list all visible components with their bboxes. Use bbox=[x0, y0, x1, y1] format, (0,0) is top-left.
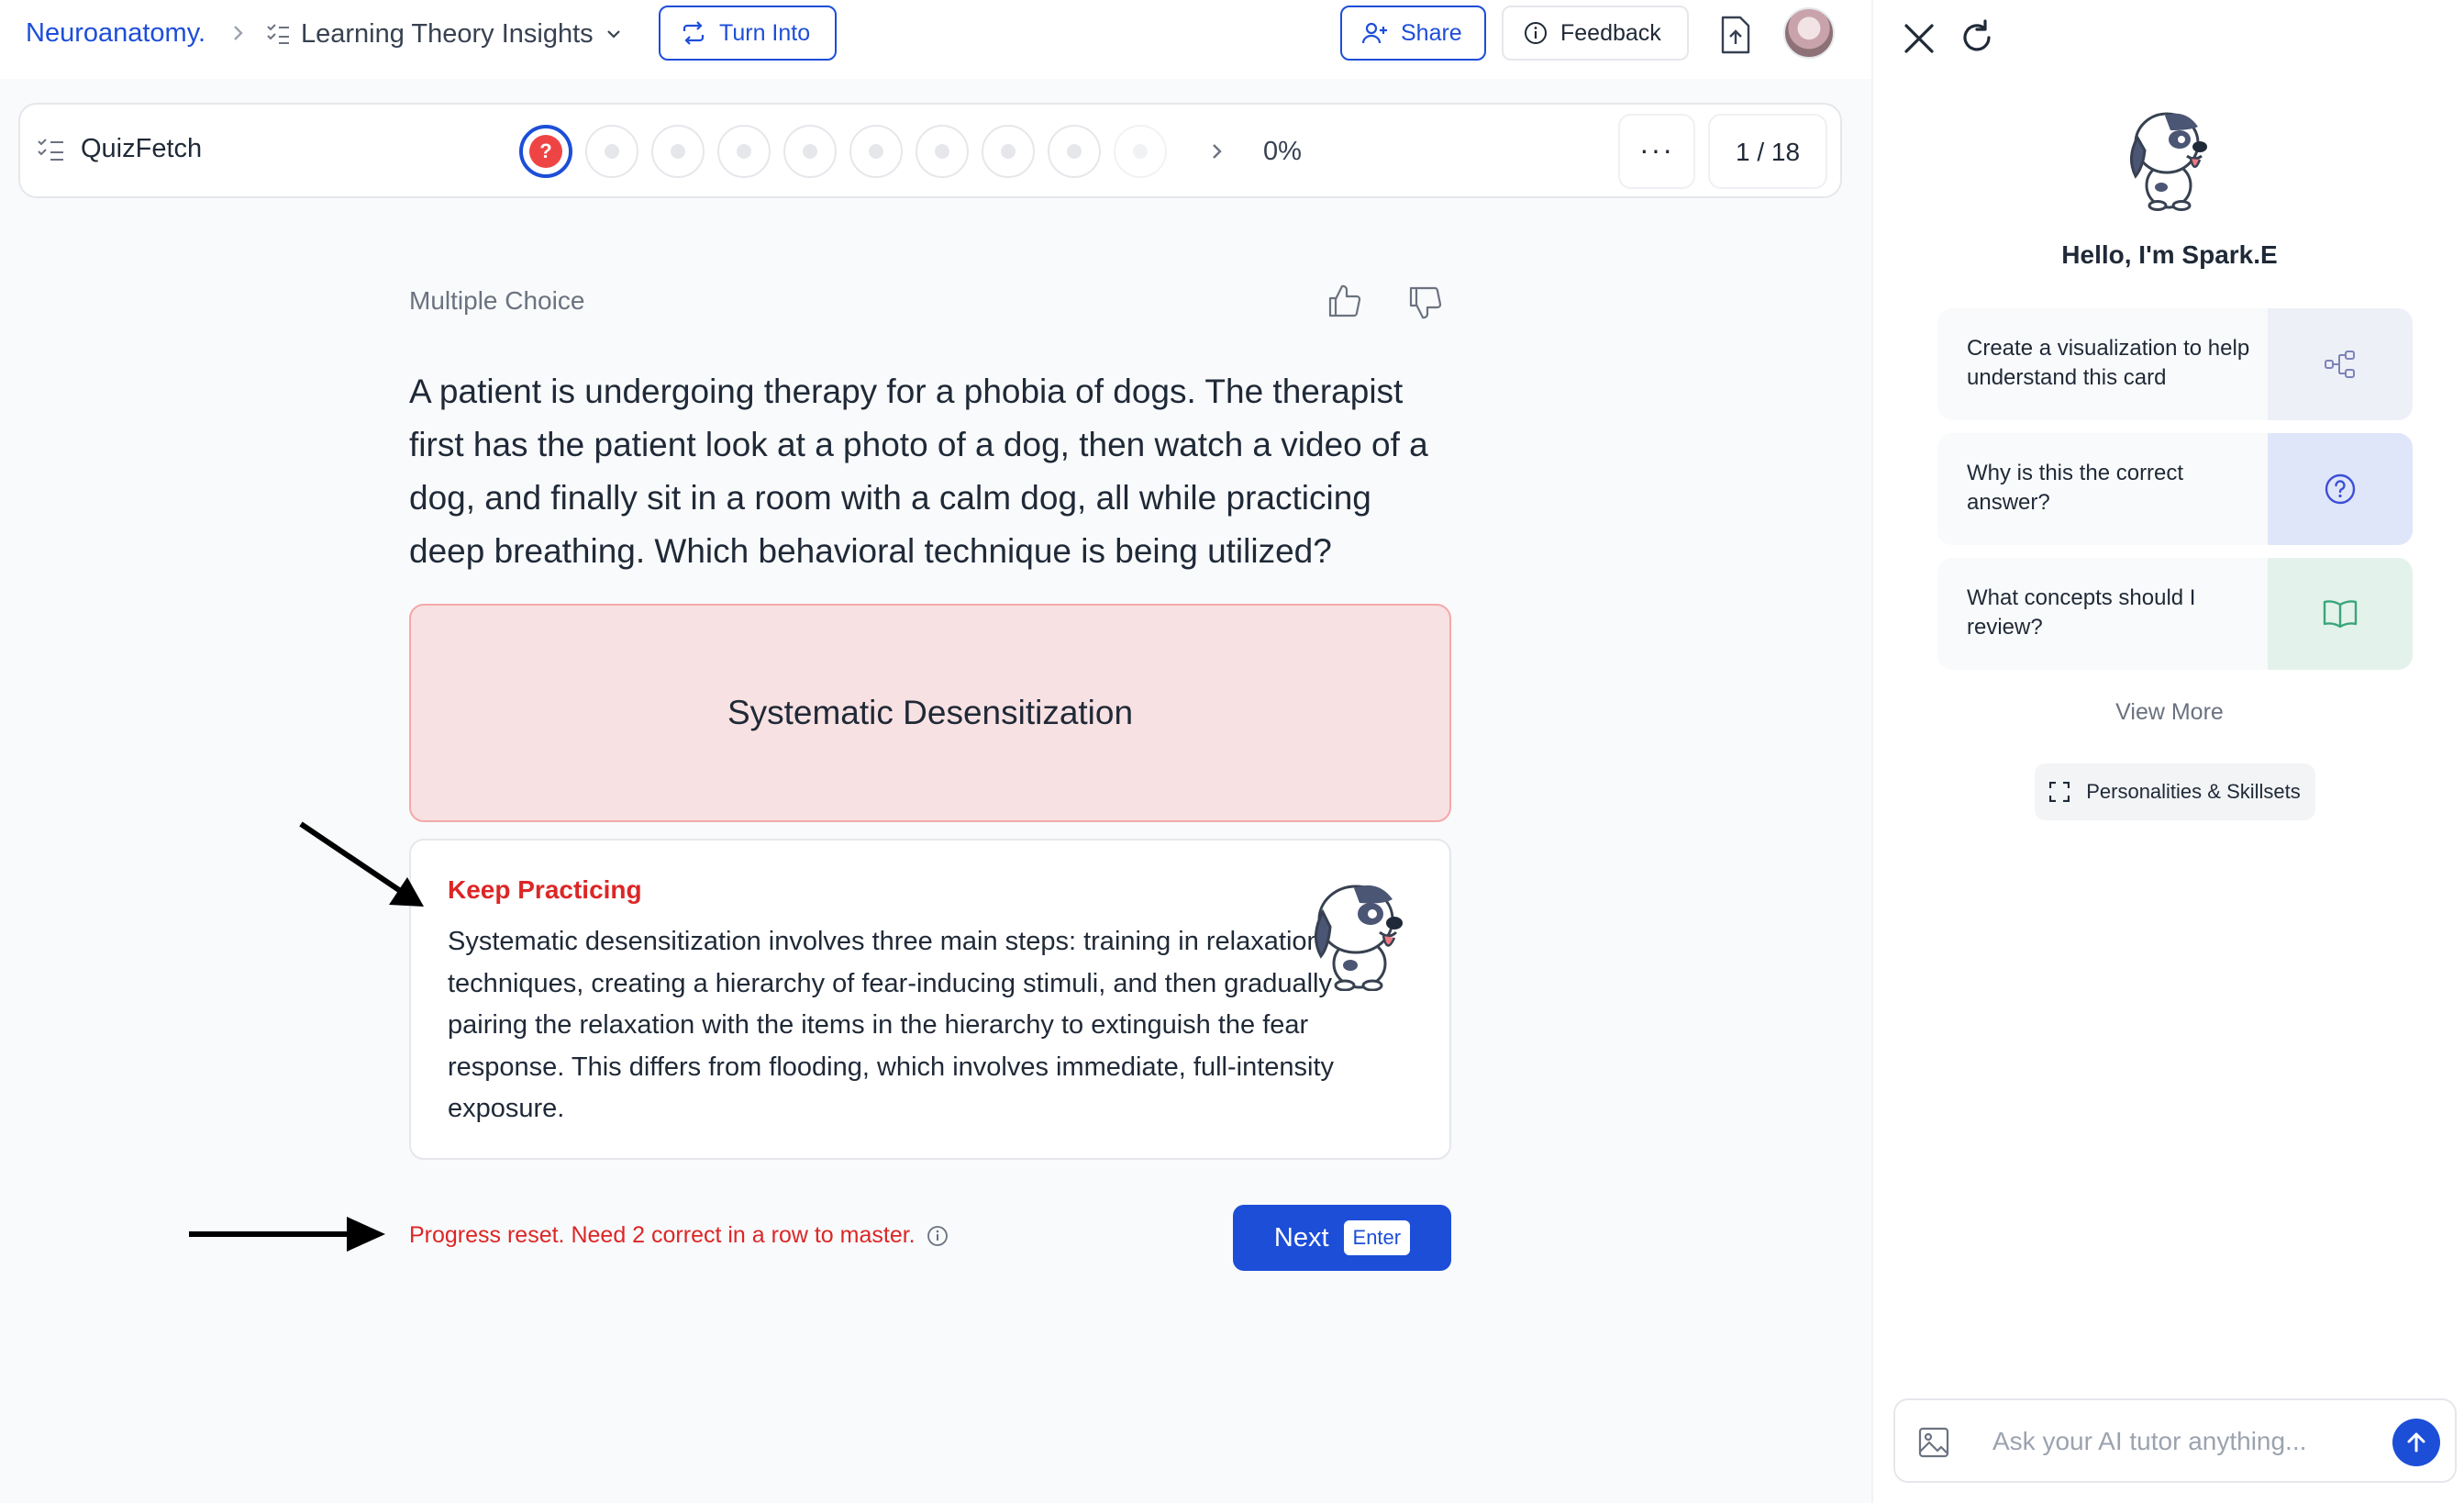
progress-step[interactable] bbox=[1114, 125, 1167, 178]
suggestion-review-concepts[interactable]: What concepts should I review? bbox=[1937, 558, 2413, 670]
share-label: Share bbox=[1401, 19, 1462, 46]
progress-step-current[interactable]: ? bbox=[519, 125, 572, 178]
info-icon bbox=[1525, 22, 1547, 44]
info-icon[interactable] bbox=[927, 1225, 949, 1247]
chat-input[interactable] bbox=[1992, 1420, 2378, 1463]
checklist-icon bbox=[267, 24, 289, 44]
suggestion-label: Create a visualization to help understan… bbox=[1967, 336, 2250, 390]
suggestion-icon-area bbox=[2268, 433, 2413, 545]
question-counter: 1 / 18 bbox=[1708, 114, 1827, 189]
chevron-down-icon bbox=[606, 30, 620, 39]
selected-answer-label: Systematic Desensitization bbox=[727, 694, 1134, 731]
chat-input-box bbox=[1893, 1398, 2457, 1483]
dog-mascot-icon bbox=[2130, 112, 2207, 211]
suggestion-label: What concepts should I review? bbox=[1967, 585, 2196, 640]
question-text: A patient is undergoing therapy for a ph… bbox=[409, 373, 1428, 570]
thumbs-down-icon[interactable] bbox=[1407, 284, 1444, 321]
turn-into-button[interactable]: Turn Into bbox=[659, 6, 837, 61]
progress-step[interactable] bbox=[585, 125, 638, 178]
suggestion-why-correct[interactable]: Why is this the correct answer? bbox=[1937, 433, 2413, 545]
progress-step[interactable] bbox=[916, 125, 969, 178]
deck-title: Learning Theory Insights bbox=[301, 18, 594, 49]
book-icon bbox=[2323, 600, 2358, 629]
expand-icon bbox=[2049, 782, 2070, 802]
feedback-button[interactable]: Feedback bbox=[1502, 6, 1689, 61]
quiz-title-label: QuizFetch bbox=[81, 134, 203, 163]
quiz-progress-bar: QuizFetch ? 0% ··· 1 / 18 bbox=[18, 103, 1842, 198]
progress-reset-label: Progress reset. Need 2 correct in a row … bbox=[409, 1222, 916, 1248]
repeat-icon bbox=[683, 21, 705, 45]
explanation-text: Systematic desensitization involves thre… bbox=[448, 927, 1335, 1123]
progress-step[interactable] bbox=[982, 125, 1035, 178]
annotation-arrow-icon bbox=[299, 821, 424, 907]
next-button[interactable]: Next Enter bbox=[1233, 1205, 1451, 1271]
thumbs-up-icon[interactable] bbox=[1326, 283, 1363, 319]
question-type-label: Multiple Choice bbox=[409, 286, 585, 315]
suggestion-visualize[interactable]: Create a visualization to help understan… bbox=[1937, 308, 2413, 420]
file-upload-icon[interactable] bbox=[1717, 15, 1754, 55]
checklist-icon bbox=[38, 138, 63, 161]
progress-step-mark: ? bbox=[529, 135, 562, 168]
view-more-link[interactable]: View More bbox=[1873, 699, 2464, 726]
top-bar: Neuroanatomy. Learning Theory Insights T… bbox=[0, 0, 1871, 79]
progress-step[interactable] bbox=[783, 125, 837, 178]
progress-percent: 0% bbox=[1263, 137, 1302, 166]
more-options-button[interactable]: ··· bbox=[1618, 114, 1695, 189]
quiz-title: QuizFetch bbox=[37, 134, 202, 164]
close-icon[interactable] bbox=[1901, 20, 1937, 57]
dog-mascot-icon bbox=[1315, 885, 1403, 991]
explanation-card: Keep Practicing Systematic desensitizati… bbox=[409, 839, 1451, 1160]
image-upload-icon[interactable] bbox=[1917, 1426, 1950, 1459]
personalities-label: Personalities & Skillsets bbox=[2086, 780, 2301, 803]
diagram-icon bbox=[2325, 351, 2355, 378]
suggestion-icon-area bbox=[2268, 558, 2413, 670]
user-avatar[interactable] bbox=[1783, 7, 1835, 59]
arrow-up-icon bbox=[2407, 1432, 2425, 1453]
suggestion-icon-area bbox=[2268, 308, 2413, 420]
ai-tutor-panel: Hello, I'm Spark.E Create a visualizatio… bbox=[1871, 0, 2464, 1503]
question-circle-icon bbox=[2325, 473, 2356, 505]
annotation-arrow-icon bbox=[189, 1217, 385, 1252]
progress-step[interactable] bbox=[651, 125, 705, 178]
next-label: Next bbox=[1273, 1222, 1329, 1252]
share-button[interactable]: Share bbox=[1340, 6, 1486, 61]
keyboard-shortcut-badge: Enter bbox=[1343, 1220, 1411, 1255]
personalities-skillsets-button[interactable]: Personalities & Skillsets bbox=[2035, 763, 2315, 820]
send-button[interactable] bbox=[2392, 1419, 2440, 1466]
add-user-icon bbox=[1362, 22, 1387, 44]
refresh-icon[interactable] bbox=[1958, 18, 1996, 57]
progress-reset-message: Progress reset. Need 2 correct in a row … bbox=[409, 1222, 949, 1249]
feedback-label: Feedback bbox=[1560, 19, 1661, 46]
selected-answer-option[interactable]: Systematic Desensitization bbox=[409, 604, 1451, 822]
deck-title-dropdown[interactable]: Learning Theory Insights bbox=[266, 18, 623, 50]
progress-step[interactable] bbox=[1048, 125, 1101, 178]
chevron-right-icon bbox=[234, 26, 243, 40]
suggestion-label: Why is this the correct answer? bbox=[1967, 461, 2184, 515]
turn-into-label: Turn Into bbox=[719, 19, 811, 46]
breadcrumb-root-link[interactable]: Neuroanatomy. bbox=[26, 18, 205, 49]
progress-step[interactable] bbox=[717, 125, 771, 178]
chevron-right-icon[interactable] bbox=[1208, 138, 1226, 165]
tutor-greeting: Hello, I'm Spark.E bbox=[2061, 240, 2278, 269]
progress-step[interactable] bbox=[849, 125, 903, 178]
feedback-title: Keep Practicing bbox=[448, 875, 642, 904]
